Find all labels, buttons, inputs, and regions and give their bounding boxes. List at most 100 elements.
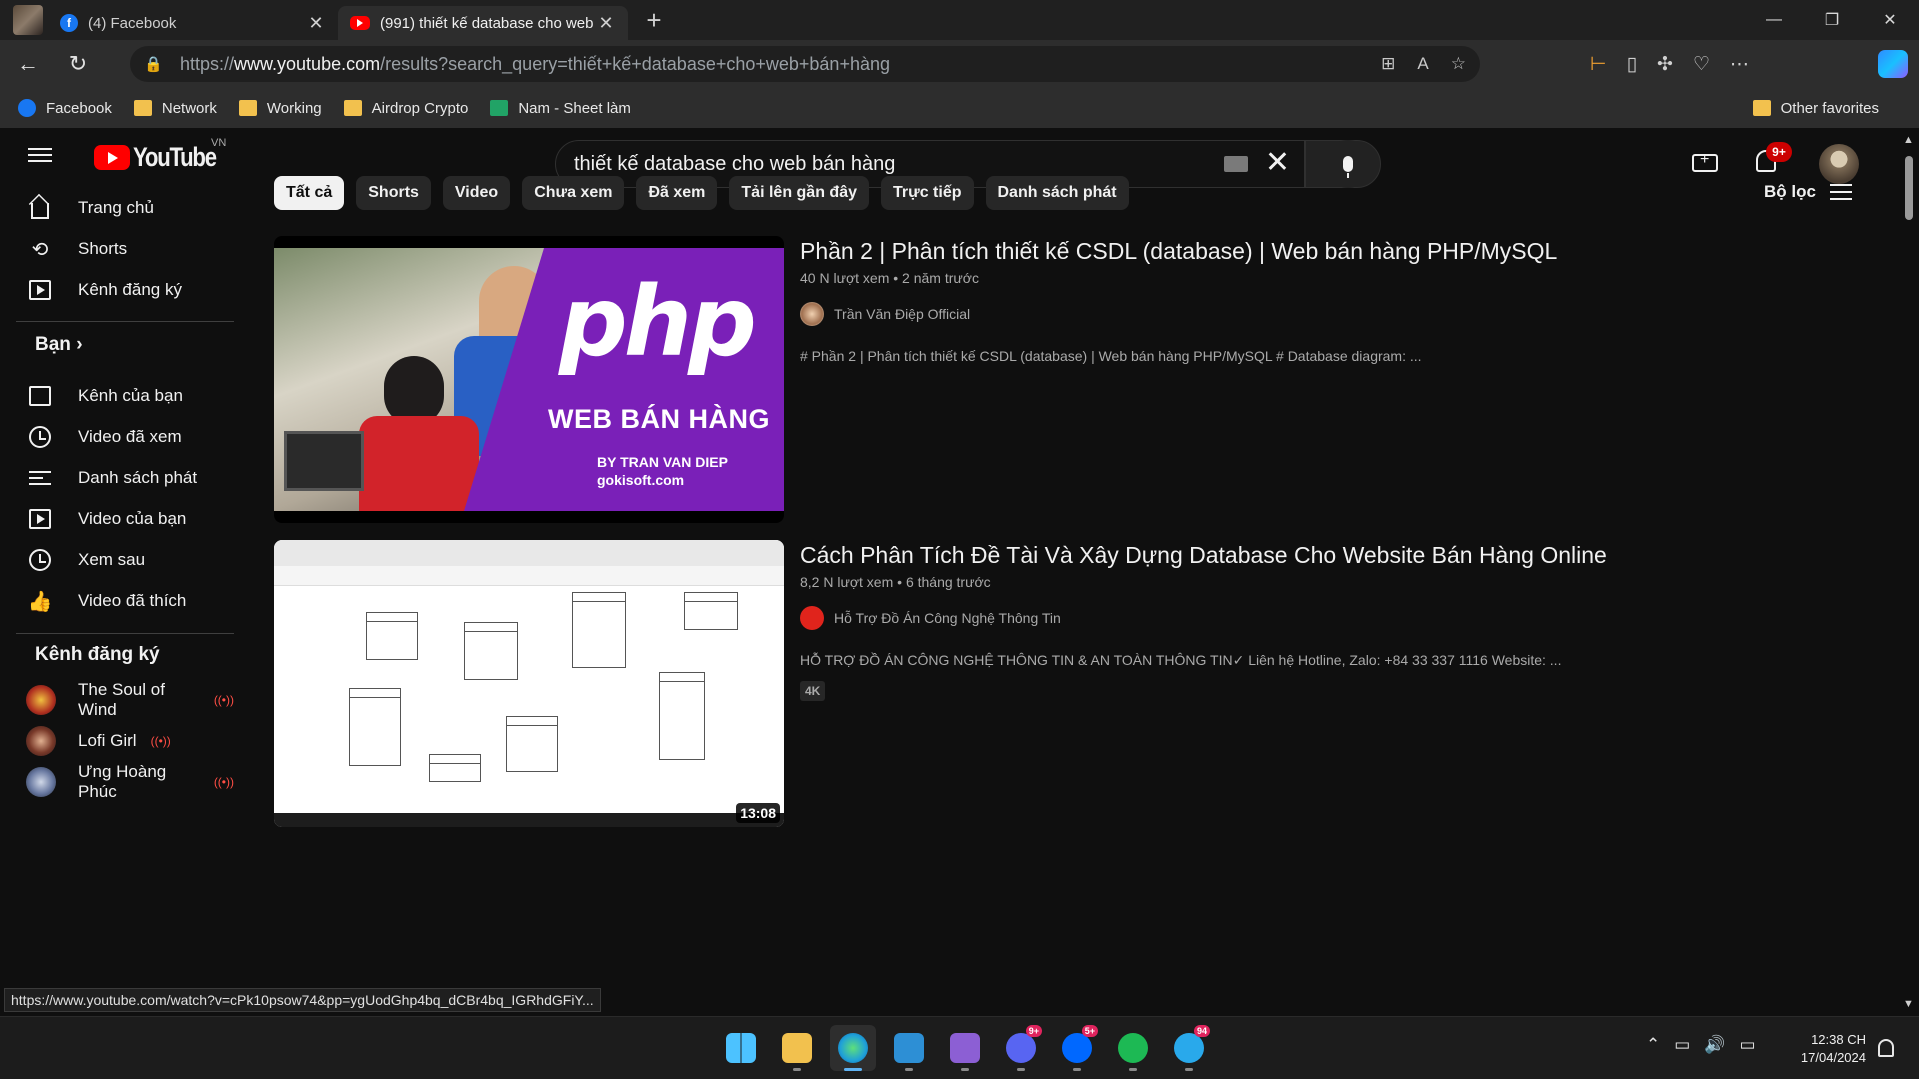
youtube-logo[interactable]: YouTube VN: [94, 137, 234, 173]
sidebar-item-label: Kênh của bạn: [78, 386, 183, 405]
network-icon[interactable]: ▭: [1674, 1035, 1690, 1055]
app-available-icon[interactable]: ⊞: [1381, 54, 1395, 74]
sidebar-item-your-channel[interactable]: Kênh của bạn: [16, 376, 234, 416]
video-title[interactable]: Cách Phân Tích Đề Tài Và Xây Dựng Databa…: [800, 540, 1840, 570]
chip-live[interactable]: Trực tiếp: [881, 176, 974, 210]
sidebar-item-subscriptions[interactable]: Kênh đăng ký: [16, 270, 234, 310]
scroll-up-icon[interactable]: ▲: [1903, 134, 1914, 146]
notification-bell-icon[interactable]: [1878, 1039, 1894, 1057]
sidebar-item-playlists[interactable]: Danh sách phát: [16, 458, 234, 498]
taskbar-telegram[interactable]: 94: [1166, 1025, 1212, 1071]
taskbar-discord[interactable]: 9+: [998, 1025, 1044, 1071]
taskbar-vscode[interactable]: [886, 1025, 932, 1071]
restore-icon[interactable]: ❐: [1803, 0, 1861, 40]
bookmark-working[interactable]: Working: [238, 100, 322, 117]
read-aloud-icon[interactable]: A: [1417, 54, 1428, 74]
account-avatar[interactable]: [1819, 144, 1859, 184]
thumbnail-diagram: [274, 540, 784, 827]
video-thumbnail[interactable]: php WEB BÁN HÀNG BY TRAN VAN DIEP gokiso…: [274, 236, 784, 523]
address-url: https://www.youtube.com/results?search_q…: [180, 53, 890, 74]
start-button[interactable]: [718, 1025, 764, 1071]
sidebar-item-home[interactable]: Trang chủ: [16, 188, 234, 228]
youtube-page: YouTube VN thiết kế database cho web bán…: [4, 128, 1899, 1016]
voice-search-button[interactable]: [1324, 140, 1372, 188]
filter-sliders-icon: [1829, 184, 1852, 200]
sidebar-channel-ung-hoang-phuc[interactable]: Ưng Hoàng Phúc ((•)): [16, 762, 234, 802]
tab-facebook[interactable]: f (4) Facebook ✕: [48, 6, 338, 40]
sidebar-divider: [16, 321, 234, 322]
extensions-puzzle-icon[interactable]: ✣: [1657, 53, 1673, 76]
sidebar-channel-lofi-girl[interactable]: Lofi Girl ((•)): [16, 721, 234, 761]
other-favorites[interactable]: Other favorites: [1752, 100, 1879, 117]
sidebar-item-shorts[interactable]: ⟲ Shorts: [16, 229, 234, 269]
liked-videos-icon: 👍: [27, 590, 53, 613]
favorite-star-icon[interactable]: ☆: [1451, 54, 1466, 74]
new-tab-button[interactable]: +: [634, 5, 674, 36]
keyboard-icon[interactable]: [1224, 156, 1248, 172]
browser-toolbar: ← ↻ 🔒 https://www.youtube.com/results?se…: [0, 40, 1919, 88]
sidebar-item-history[interactable]: Video đã xem: [16, 417, 234, 457]
chip-video[interactable]: Video: [442, 176, 511, 210]
bookmark-sheet[interactable]: Nam - Sheet làm: [490, 100, 631, 117]
clear-search-icon[interactable]: ✕: [1265, 145, 1290, 180]
close-window-icon[interactable]: ✕: [1861, 0, 1919, 40]
browser-essentials-icon[interactable]: ♡: [1693, 53, 1710, 76]
close-tab-icon[interactable]: ✕: [306, 13, 326, 34]
taskbar-visual-studio[interactable]: [942, 1025, 988, 1071]
more-menu-icon[interactable]: ⋯: [1730, 53, 1749, 76]
bookmark-airdrop[interactable]: Airdrop Crypto: [343, 100, 468, 117]
channel-link[interactable]: Trần Văn Điệp Official: [800, 302, 1840, 326]
extension-icon[interactable]: ⊢: [1590, 53, 1607, 76]
back-button[interactable]: ←: [6, 44, 50, 84]
page-scrollbar[interactable]: ▲ ▼: [1899, 128, 1919, 1016]
sidebar-item-liked-videos[interactable]: 👍 Video đã thích: [16, 581, 234, 621]
sidebar-item-your-videos[interactable]: Video của bạn: [16, 499, 234, 539]
chip-unwatched[interactable]: Chưa xem: [522, 176, 625, 210]
copilot-icon[interactable]: [1878, 50, 1908, 78]
taskbar-clock[interactable]: 12:38 CH 17/04/2024: [1784, 1031, 1866, 1067]
refresh-button[interactable]: ↻: [56, 44, 100, 84]
channel-name: Lofi Girl: [78, 731, 137, 750]
taskbar-file-explorer[interactable]: [774, 1025, 820, 1071]
menu-icon[interactable]: [28, 144, 52, 166]
create-video-icon[interactable]: [1692, 151, 1718, 172]
scroll-down-icon[interactable]: ▼: [1903, 998, 1914, 1010]
thumbnail-logo-text: php: [559, 266, 757, 378]
volume-icon[interactable]: 🔊: [1704, 1035, 1725, 1055]
bookmark-network[interactable]: Network: [133, 100, 217, 117]
lock-icon[interactable]: 🔒: [144, 55, 170, 73]
bookmark-facebook[interactable]: Facebook: [18, 99, 112, 117]
chip-watched[interactable]: Đã xem: [636, 176, 718, 210]
taskbar-spotify[interactable]: [1110, 1025, 1156, 1071]
thumbnail-headline: WEB BÁN HÀNG: [548, 404, 770, 434]
chip-recently-uploaded[interactable]: Tải lên gần đây: [729, 176, 869, 210]
chip-all[interactable]: Tất cả: [274, 176, 345, 210]
sidebar-channel-soul-of-wind[interactable]: The Soul of Wind ((•)): [16, 680, 234, 720]
chip-playlists[interactable]: Danh sách phát: [985, 176, 1129, 210]
battery-icon[interactable]: ▭: [1739, 1035, 1755, 1055]
tab-youtube[interactable]: (991) thiết kế database cho web bán hàng…: [338, 6, 628, 40]
filter-button[interactable]: Bộ lọc: [1764, 182, 1852, 202]
address-bar[interactable]: 🔒 https://www.youtube.com/results?search…: [130, 46, 1480, 82]
scrollbar-thumb[interactable]: [1905, 156, 1913, 220]
video-thumbnail[interactable]: 13:08: [274, 540, 784, 827]
channel-name: Trần Văn Điệp Official: [834, 306, 971, 322]
browser-profile-button[interactable]: [8, 0, 48, 40]
facebook-icon: [18, 99, 36, 117]
sidebar-you-heading[interactable]: Bạn ›: [35, 334, 83, 356]
minimize-icon[interactable]: —: [1745, 0, 1803, 40]
video-title[interactable]: Phần 2 | Phân tích thiết kế CSDL (databa…: [800, 236, 1840, 266]
taskbar-zalo[interactable]: 5+: [1054, 1025, 1100, 1071]
channel-link[interactable]: Hỗ Trợ Đồ Án Công Nghệ Thông Tin: [800, 606, 1840, 630]
channel-name: Hỗ Trợ Đồ Án Công Nghệ Thông Tin: [834, 610, 1061, 626]
chevron-up-icon[interactable]: ⌃: [1646, 1035, 1660, 1055]
chip-shorts[interactable]: Shorts: [356, 176, 431, 210]
sidebar-item-label: Xem sau: [78, 550, 146, 569]
taskbar-edge[interactable]: [830, 1025, 876, 1071]
close-tab-icon[interactable]: ✕: [596, 13, 616, 34]
sidebar-item-watch-later[interactable]: Xem sau: [16, 540, 234, 580]
split-screen-icon[interactable]: ▯: [1627, 53, 1637, 76]
sidebar-item-label: Video đã thích: [78, 591, 187, 610]
channel-name: The Soul of Wind: [78, 680, 165, 719]
home-icon: [28, 196, 52, 220]
